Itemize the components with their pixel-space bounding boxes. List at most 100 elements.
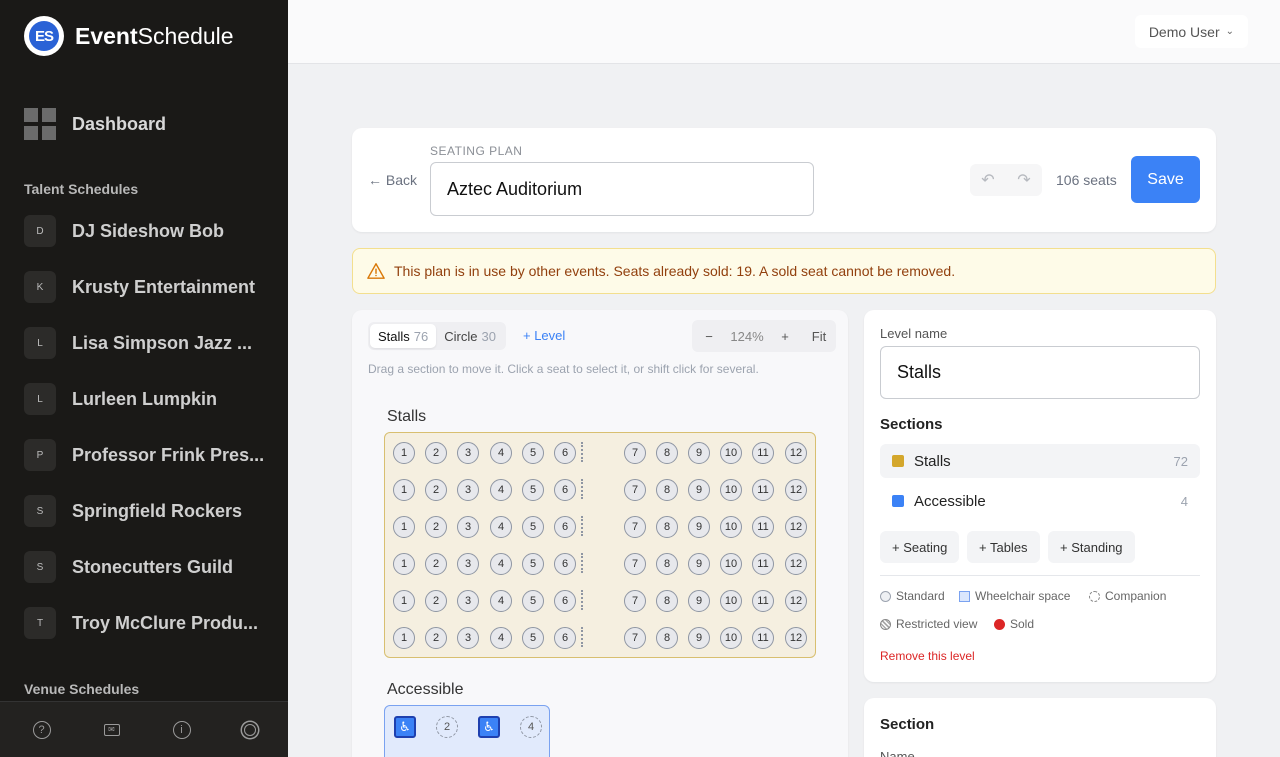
- sidebar-item-professor-frink[interactable]: P Professor Frink Pres...: [24, 439, 272, 471]
- add-tables-button[interactable]: + Tables: [967, 531, 1040, 563]
- theme-icon[interactable]: [243, 723, 256, 736]
- seat[interactable]: 2: [425, 590, 447, 612]
- section-row-stalls[interactable]: Stalls 72: [880, 444, 1200, 478]
- seat[interactable]: 10: [720, 479, 742, 501]
- seat[interactable]: 2: [425, 516, 447, 538]
- help-icon[interactable]: ?: [32, 720, 51, 739]
- seat[interactable]: 2: [425, 479, 447, 501]
- zoom-fit-button[interactable]: Fit: [802, 329, 836, 344]
- seat[interactable]: 11: [752, 627, 774, 649]
- seat[interactable]: 3: [457, 553, 479, 575]
- seat[interactable]: 10: [720, 516, 742, 538]
- seat[interactable]: 8: [656, 590, 678, 612]
- sidebar-item-lurleen-lumpkin[interactable]: L Lurleen Lumpkin: [24, 383, 272, 415]
- seat[interactable]: 3: [457, 627, 479, 649]
- seat[interactable]: 7: [624, 553, 646, 575]
- seat[interactable]: 6: [554, 516, 576, 538]
- level-name-input[interactable]: [880, 346, 1200, 399]
- seat[interactable]: 11: [752, 442, 774, 464]
- seat[interactable]: 3: [457, 442, 479, 464]
- sidebar-item-dj-sideshow-bob[interactable]: D DJ Sideshow Bob: [24, 215, 272, 247]
- seat[interactable]: 9: [688, 553, 710, 575]
- seat[interactable]: 4: [490, 442, 512, 464]
- undo-icon[interactable]: ↶: [981, 170, 994, 190]
- seat[interactable]: 5: [522, 553, 544, 575]
- seat[interactable]: 1: [393, 553, 415, 575]
- tab-circle[interactable]: Circle 30: [436, 324, 504, 348]
- seat[interactable]: 1: [393, 516, 415, 538]
- remove-level-link[interactable]: Remove this level: [880, 649, 975, 663]
- sidebar-item-krusty-entertainment[interactable]: K Krusty Entertainment: [24, 271, 272, 303]
- seat[interactable]: 3: [457, 479, 479, 501]
- companion-seat[interactable]: 2: [436, 716, 458, 738]
- seat[interactable]: 10: [720, 553, 742, 575]
- seat[interactable]: 4: [490, 553, 512, 575]
- user-menu-button[interactable]: Demo User ⌄: [1134, 15, 1248, 48]
- seat[interactable]: 5: [522, 479, 544, 501]
- seat[interactable]: 2: [425, 553, 447, 575]
- seat[interactable]: 6: [554, 553, 576, 575]
- back-button[interactable]: ← Back: [368, 172, 417, 188]
- seat[interactable]: 5: [522, 516, 544, 538]
- add-standing-button[interactable]: + Standing: [1048, 531, 1135, 563]
- sidebar-item-dashboard[interactable]: Dashboard: [24, 108, 166, 140]
- seat[interactable]: 6: [554, 590, 576, 612]
- seat[interactable]: 8: [656, 479, 678, 501]
- seat[interactable]: 9: [688, 627, 710, 649]
- seat[interactable]: 11: [752, 479, 774, 501]
- mail-icon[interactable]: ✉: [103, 723, 120, 736]
- seat[interactable]: 12: [785, 516, 807, 538]
- seat[interactable]: 10: [720, 627, 742, 649]
- zoom-out-button[interactable]: −: [692, 329, 726, 344]
- redo-icon[interactable]: ↷: [1017, 170, 1030, 190]
- seat[interactable]: 1: [393, 442, 415, 464]
- seat[interactable]: 5: [522, 627, 544, 649]
- accessible-section[interactable]: ♿ 2 ♿ 4: [384, 705, 550, 757]
- section-row-accessible[interactable]: Accessible 4: [880, 484, 1200, 518]
- seat[interactable]: 8: [656, 442, 678, 464]
- tab-stalls[interactable]: Stalls 76: [370, 324, 437, 348]
- seat[interactable]: 7: [624, 627, 646, 649]
- seat[interactable]: 4: [490, 479, 512, 501]
- sidebar-item-springfield-rockers[interactable]: S Springfield Rockers: [24, 495, 272, 527]
- seat[interactable]: 12: [785, 479, 807, 501]
- seat[interactable]: 3: [457, 516, 479, 538]
- seat[interactable]: 9: [688, 516, 710, 538]
- seat[interactable]: 10: [720, 590, 742, 612]
- add-seating-button[interactable]: + Seating: [880, 531, 960, 563]
- seat[interactable]: 3: [457, 590, 479, 612]
- seat[interactable]: 8: [656, 627, 678, 649]
- zoom-in-button[interactable]: +: [768, 329, 802, 344]
- info-icon[interactable]: i: [172, 720, 191, 739]
- seat[interactable]: 12: [785, 442, 807, 464]
- seat[interactable]: 9: [688, 590, 710, 612]
- seat[interactable]: 2: [425, 627, 447, 649]
- seat[interactable]: 11: [752, 590, 774, 612]
- seat[interactable]: 6: [554, 627, 576, 649]
- seat[interactable]: 9: [688, 479, 710, 501]
- seat[interactable]: 11: [752, 516, 774, 538]
- seat[interactable]: 5: [522, 442, 544, 464]
- sidebar-item-lisa-simpson-jazz[interactable]: L Lisa Simpson Jazz ...: [24, 327, 272, 359]
- companion-seat[interactable]: 4: [520, 716, 542, 738]
- brand-logo-link[interactable]: ES EventSchedule: [24, 16, 234, 56]
- seat[interactable]: 4: [490, 590, 512, 612]
- seat[interactable]: 4: [490, 516, 512, 538]
- wheelchair-seat[interactable]: ♿: [394, 716, 416, 738]
- seat[interactable]: 7: [624, 479, 646, 501]
- seat[interactable]: 5: [522, 590, 544, 612]
- seat[interactable]: 4: [490, 627, 512, 649]
- seat[interactable]: 1: [393, 479, 415, 501]
- seat[interactable]: 2: [425, 442, 447, 464]
- seat[interactable]: 11: [752, 553, 774, 575]
- seat[interactable]: 7: [624, 516, 646, 538]
- seat[interactable]: 10: [720, 442, 742, 464]
- add-level-button[interactable]: + Level: [523, 328, 565, 343]
- seat[interactable]: 9: [688, 442, 710, 464]
- seat[interactable]: 1: [393, 627, 415, 649]
- seat[interactable]: 12: [785, 553, 807, 575]
- sidebar-item-stonecutters-guild[interactable]: S Stonecutters Guild: [24, 551, 272, 583]
- save-button[interactable]: Save: [1131, 156, 1200, 203]
- seat[interactable]: 1: [393, 590, 415, 612]
- wheelchair-seat[interactable]: ♿: [478, 716, 500, 738]
